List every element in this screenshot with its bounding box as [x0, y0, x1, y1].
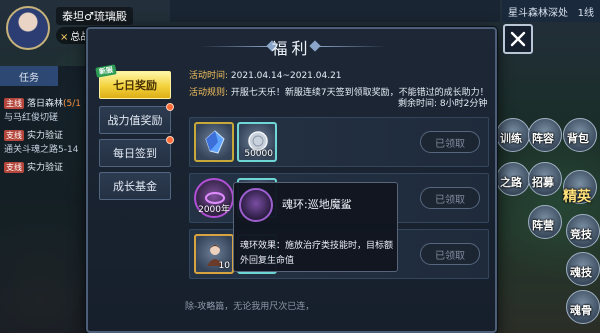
task-name: 实力验证 — [27, 131, 64, 141]
map-info[interactable]: 星斗森林深处 1线 — [502, 0, 600, 22]
tab-label: 每日签到 — [113, 147, 157, 160]
crystal-glyph — [205, 130, 225, 154]
map-name: 星斗森林深处 — [508, 7, 568, 19]
reward-row: 50000 已领取 — [189, 117, 489, 167]
power-prefix: × — [60, 32, 69, 43]
item-tooltip: 魂环:巡地魔鲨 魂环效果：施放治疗类技能时，目标额外回复生命值 — [233, 182, 398, 272]
map-line: 1线 — [577, 7, 594, 19]
spirit-ring-icon — [239, 188, 273, 222]
item-qty: 2000年 — [198, 205, 230, 215]
event-time-value: 2021.04.14~2021.04.21 — [230, 71, 342, 81]
task-progress: (5/1 — [63, 99, 82, 109]
player-name: 泰坦♂琉璃殿 — [56, 7, 133, 25]
tab-daily-checkin[interactable]: 每日签到 — [99, 136, 174, 167]
tab-seven-day-rewards[interactable]: 新服 七日奖励 — [95, 64, 171, 99]
tooltip-item-desc: 魂环效果：施放治疗类技能时，目标额外回复生命值 — [240, 241, 394, 266]
side-label-road: 之路 — [500, 176, 522, 189]
tab-label: 战力值奖励 — [107, 114, 163, 127]
title-divider — [317, 46, 387, 47]
event-time-label: 活动时间: — [189, 71, 229, 81]
welfare-modal: 福利 新服 七日奖励 战力值奖励 每日签到 成长基金 活动时间: 2021.04… — [86, 27, 497, 333]
task-sub: 通关斗魂之路5-14 — [4, 145, 79, 155]
side-label-arena: 竞技 — [570, 228, 592, 241]
remaining-label: 剩余时间: — [398, 99, 438, 109]
tab-growth-fund[interactable]: 成长基金 — [99, 172, 171, 200]
task-tag: 主线 — [4, 98, 24, 109]
task-item[interactable]: 支线 实力验证 — [4, 160, 63, 173]
side-label-camp: 阵营 — [532, 219, 554, 232]
side-label-bag: 背包 — [567, 132, 589, 145]
claimed-button[interactable]: 已领取 — [420, 187, 480, 209]
task-name: 实力验证 — [27, 163, 64, 173]
modal-title: 福利 — [271, 39, 312, 58]
side-label-elite: 精英 — [563, 189, 591, 205]
scroll-hint-text: 除-攻略篇，无论我用尺次已连， — [185, 302, 315, 312]
task-tag: 支线 — [4, 162, 24, 173]
tab-label: 七日奖励 — [113, 79, 157, 92]
remaining-time: 剩余时间: 8小时2分钟 — [398, 96, 487, 109]
side-label-lineup: 阵容 — [532, 132, 554, 145]
notification-dot — [166, 103, 174, 111]
task-panel[interactable]: 任务 主线 落日森林(5/1 与马红俊切磋 支线 实力验证 通关斗魂之路5-14 支… — [0, 66, 90, 333]
task-item[interactable]: 支线 实力验证 — [4, 128, 63, 141]
spirit-ring-icon[interactable]: 2000年 — [194, 178, 234, 218]
coin-icon[interactable]: 50000 — [237, 122, 277, 162]
item-qty: 10 — [218, 261, 230, 271]
tab-power-rewards[interactable]: 战力值奖励 — [99, 103, 174, 134]
new-server-badge: 新服 — [95, 64, 117, 78]
task-item[interactable]: 主线 落日森林(5/1 — [4, 96, 81, 109]
event-rule-label: 活动规则: — [189, 88, 229, 98]
remaining-value: 8小时2分钟 — [439, 99, 488, 109]
player-avatar[interactable] — [6, 6, 50, 50]
close-icon — [510, 31, 526, 47]
task-name: 落日森林 — [27, 99, 64, 109]
item-qty: 50000 — [244, 149, 273, 159]
tooltip-item-name: 魂环:巡地魔鲨 — [282, 198, 352, 211]
notification-dot — [166, 136, 174, 144]
tab-label: 成长基金 — [113, 180, 157, 193]
task-tag: 支线 — [4, 130, 24, 141]
top-bar — [170, 0, 500, 22]
claimed-button[interactable]: 已领取 — [420, 243, 480, 265]
task-sub: 与马红俊切磋 — [4, 113, 59, 123]
claimed-button[interactable]: 已领取 — [420, 131, 480, 153]
task-panel-title[interactable]: 任务 — [0, 66, 58, 86]
close-button[interactable] — [503, 24, 533, 54]
side-label-soul-skill: 魂技 — [570, 266, 592, 279]
side-label-recruit: 招募 — [532, 176, 554, 189]
side-label-soul-bone: 魂骨 — [570, 304, 592, 317]
character-icon[interactable]: 10 — [194, 234, 234, 274]
side-label-training: 训练 — [500, 132, 522, 145]
crystal-icon[interactable] — [194, 122, 234, 162]
